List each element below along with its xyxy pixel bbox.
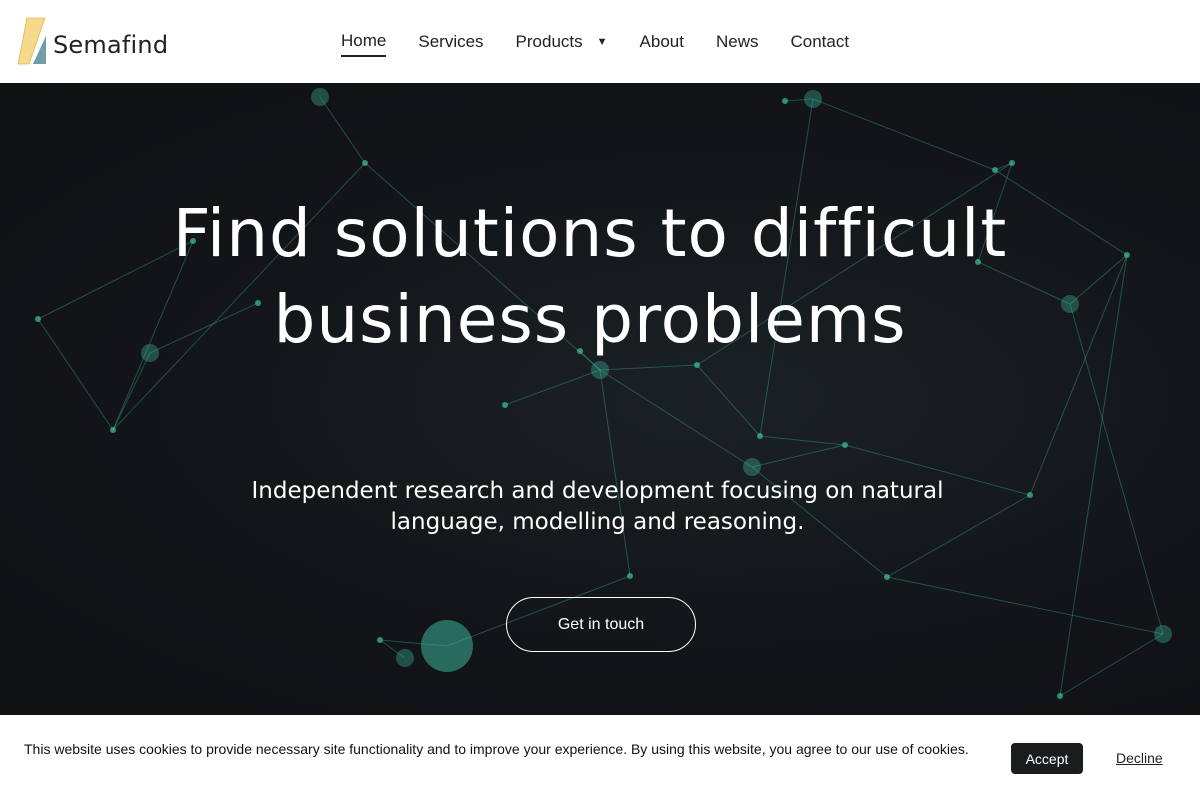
hero-subtitle: Independent research and development foc… <box>251 478 944 535</box>
network-node <box>804 90 822 108</box>
network-line <box>599 364 698 371</box>
network-node <box>743 458 761 476</box>
network-line <box>319 96 366 164</box>
nav-contact[interactable]: Contact <box>790 28 849 56</box>
accept-cookies-button[interactable]: Accept <box>1011 743 1083 774</box>
logo-mark-icon <box>17 17 46 65</box>
nav-about[interactable]: About <box>640 28 684 56</box>
network-node <box>1154 625 1172 643</box>
network-node <box>1057 693 1063 699</box>
main-nav: Home Services Products ▼ About News Conta… <box>341 0 881 83</box>
nav-home[interactable]: Home <box>341 27 387 57</box>
caret-down-icon: ▼ <box>596 35 608 48</box>
network-node <box>884 574 890 580</box>
hero-title-line: Find solutions to difficult <box>172 195 1008 272</box>
nav-label: Contact <box>790 31 850 51</box>
network-line <box>751 444 846 468</box>
network-node <box>757 433 763 439</box>
hero-section: Find solutions to difficult business prob… <box>0 83 1200 715</box>
hero-title: Find solutions to difficult business prob… <box>0 191 1180 363</box>
nav-news[interactable]: News <box>716 28 759 56</box>
network-node <box>396 649 414 667</box>
nav-label: Products <box>515 31 583 51</box>
nav-label: Services <box>418 31 484 51</box>
hero-title-line: business problems <box>273 281 907 358</box>
network-line <box>112 352 151 431</box>
cookie-message: This website uses cookies to provide nec… <box>24 741 969 757</box>
network-node <box>362 160 368 166</box>
network-node <box>502 402 508 408</box>
nav-label: About <box>639 31 684 51</box>
network-line <box>886 576 1164 635</box>
network-node <box>1027 492 1033 498</box>
network-node <box>782 98 788 104</box>
network-node <box>1009 160 1015 166</box>
nav-services[interactable]: Services <box>418 28 483 56</box>
site-header: Semafind Home Services Products ▼ About N… <box>0 0 1200 83</box>
network-node <box>591 361 609 379</box>
nav-label: News <box>715 31 759 51</box>
nav-label: Home <box>341 30 387 50</box>
network-node <box>627 573 633 579</box>
nav-products[interactable]: Products ▼ <box>516 28 608 56</box>
logo[interactable]: Semafind <box>17 17 168 65</box>
network-node <box>377 637 383 643</box>
network-node <box>992 167 998 173</box>
network-line <box>696 364 761 437</box>
network-node <box>311 88 329 106</box>
network-line <box>759 435 846 446</box>
network-node <box>110 427 116 433</box>
brand-name: Semafind <box>53 31 169 59</box>
network-line <box>599 369 753 468</box>
network-line <box>599 369 631 577</box>
network-node <box>421 620 473 672</box>
get-in-touch-button[interactable]: Get in touch <box>506 597 696 652</box>
network-line <box>504 369 601 406</box>
decline-cookies-link[interactable]: Decline <box>1116 750 1163 766</box>
network-node <box>842 442 848 448</box>
network-line <box>812 98 996 171</box>
network-line <box>1059 633 1164 697</box>
